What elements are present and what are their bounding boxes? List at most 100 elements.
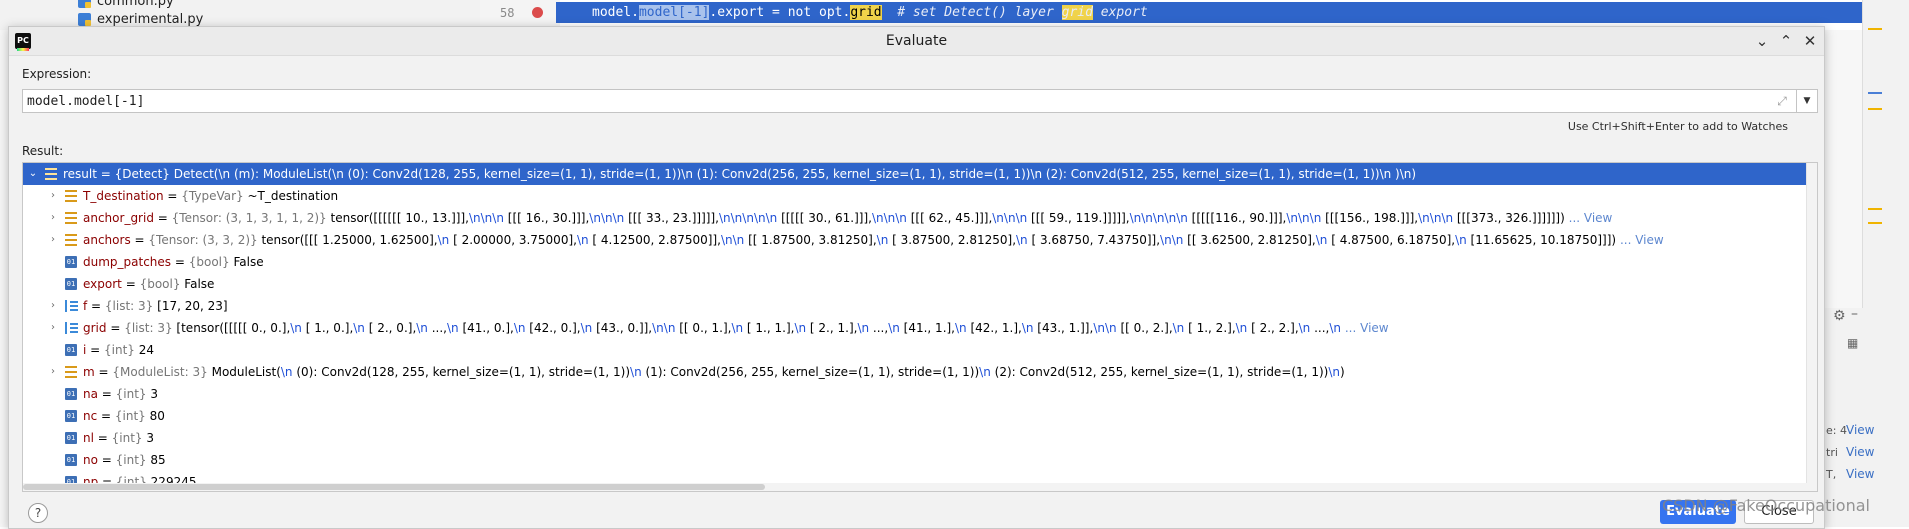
horizontal-scrollbar[interactable] bbox=[23, 483, 1807, 491]
variable-type: {int} bbox=[115, 387, 147, 401]
variable-value: [17, 20, 23] bbox=[157, 299, 228, 313]
side-view-link[interactable]: View bbox=[1846, 445, 1874, 459]
side-view-link[interactable]: View bbox=[1846, 467, 1874, 481]
maximize-button[interactable]: ⌃ bbox=[1777, 32, 1795, 50]
project-file-experimental[interactable]: experimental.py bbox=[78, 12, 203, 27]
minimize-button[interactable]: ⌄ bbox=[1753, 32, 1771, 50]
chevron-right-icon[interactable]: › bbox=[47, 317, 59, 339]
code-token: .export = not opt. bbox=[709, 5, 851, 20]
view-link[interactable]: ... View bbox=[1569, 211, 1613, 225]
horizontal-scroll-thumb[interactable] bbox=[23, 484, 765, 490]
code-token-grid: grid bbox=[850, 5, 882, 20]
close-icon[interactable]: ✕ bbox=[1801, 32, 1819, 50]
primitive-value-icon: 01 bbox=[65, 410, 77, 422]
primitive-value-icon: 01 bbox=[65, 388, 77, 400]
view-link[interactable]: ... View bbox=[1620, 233, 1664, 247]
tree-row-text: result = {Detect} Detect(\n (m): ModuleL… bbox=[63, 163, 1416, 185]
variable-type: {int} bbox=[115, 453, 147, 467]
tree-row[interactable]: › anchors = {Tensor: (3, 3, 2)} tensor([[… bbox=[23, 229, 1807, 251]
tree-row[interactable]: › f = {list: 3} [17, 20, 23] bbox=[23, 295, 1807, 317]
expression-label: Expression: bbox=[22, 67, 92, 81]
help-button[interactable]: ? bbox=[28, 503, 48, 523]
variable-value: tensor([[[[[[ 10., 13.]]],\n\n\n [[[ 16.… bbox=[330, 211, 1565, 225]
project-file-common[interactable]: common.py bbox=[78, 0, 174, 9]
tree-row[interactable]: 01 dump_patches = {bool} False bbox=[23, 251, 1807, 273]
variable-type: {Tensor: (3, 1, 3, 1, 1, 2)} bbox=[171, 211, 327, 225]
gear-icon[interactable]: ⚙ bbox=[1833, 308, 1846, 324]
code-comment-grid: grid bbox=[1061, 5, 1093, 20]
tree-row-result[interactable]: ⌄ result = {Detect} Detect(\n (m): Module… bbox=[23, 163, 1807, 185]
variable-name: nc bbox=[83, 409, 98, 423]
variable-value: 3 bbox=[150, 387, 159, 401]
expand-editor-icon[interactable]: ⤢ bbox=[1775, 94, 1789, 108]
variable-name: anchors bbox=[83, 233, 131, 247]
object-icon bbox=[65, 212, 77, 224]
tree-row[interactable]: 01 export = {bool} False bbox=[23, 273, 1807, 295]
tree-row[interactable]: 01 nl = {int} 3 bbox=[23, 427, 1807, 449]
variable-type: {list: 3} bbox=[124, 321, 173, 335]
variable-type: {list: 3} bbox=[104, 299, 154, 313]
project-file-label: experimental.py bbox=[97, 12, 204, 27]
chevron-right-icon[interactable]: › bbox=[47, 295, 59, 317]
variable-name: na bbox=[83, 387, 98, 401]
tree-row[interactable]: 01 no = {int} 85 bbox=[23, 449, 1807, 471]
variable-value: False bbox=[233, 255, 264, 269]
dialog-titlebar[interactable]: PC Evaluate ⌄ ⌃ ✕ bbox=[9, 27, 1824, 56]
scroll-marker bbox=[1868, 208, 1882, 210]
tree-row[interactable]: 01 i = {int} 24 bbox=[23, 339, 1807, 361]
variable-type: {Tensor: (3, 3, 2)} bbox=[148, 233, 258, 247]
object-icon bbox=[65, 366, 77, 378]
watch-hint: Use Ctrl+Shift+Enter to add to Watches bbox=[1567, 120, 1788, 133]
variable-value: [tensor([[[[[ 0., 0.],\n [ 1., 0.],\n [ … bbox=[176, 321, 1342, 335]
code-comment: export bbox=[1092, 5, 1148, 20]
tree-row[interactable]: › grid = {list: 3} [tensor([[[[[ 0., 0.],… bbox=[23, 317, 1807, 339]
tree-row[interactable]: › m = {ModuleList: 3} ModuleList(\n (0): … bbox=[23, 361, 1807, 383]
vertical-scrollbar[interactable] bbox=[1806, 163, 1817, 491]
chevron-down-icon[interactable]: ⌄ bbox=[27, 163, 39, 185]
chevron-right-icon[interactable]: › bbox=[47, 207, 59, 229]
result-label: Result: bbox=[22, 144, 64, 158]
variable-name: f bbox=[83, 299, 88, 313]
tree-row[interactable]: › anchor_grid = {Tensor: (3, 1, 3, 1, 1, … bbox=[23, 207, 1807, 229]
python-file-icon bbox=[78, 13, 91, 26]
chevron-right-icon[interactable]: › bbox=[47, 361, 59, 383]
side-view-link[interactable]: View bbox=[1846, 423, 1874, 437]
chevron-right-icon[interactable]: › bbox=[47, 185, 59, 207]
layout-icon[interactable]: ▦ bbox=[1847, 336, 1858, 350]
variable-name: nl bbox=[83, 431, 94, 445]
variable-type: {TypeVar} bbox=[181, 189, 244, 203]
variable-name: dump_patches bbox=[83, 255, 172, 269]
watermark: CSDN @FakeOccupational bbox=[1662, 496, 1870, 515]
variable-type: {int} bbox=[114, 409, 146, 423]
tree-row-text: na = {int} 3 bbox=[83, 383, 158, 405]
expression-history-dropdown[interactable]: ▼ bbox=[1796, 89, 1818, 113]
object-icon bbox=[65, 234, 77, 246]
breakpoint-icon[interactable] bbox=[532, 7, 543, 18]
evaluate-dialog: PC Evaluate ⌄ ⌃ ✕ Expression: ⤢ ▼ Use Ct… bbox=[8, 26, 1825, 529]
view-link[interactable]: ... View bbox=[1345, 321, 1389, 335]
tree-row[interactable]: 01 nc = {int} 80 bbox=[23, 405, 1807, 427]
primitive-value-icon: 01 bbox=[65, 256, 77, 268]
minimize-icon[interactable]: – bbox=[1851, 306, 1858, 322]
tree-row-text: nl = {int} 3 bbox=[83, 427, 154, 449]
variable-type: {ModuleList: 3} bbox=[112, 365, 208, 379]
expression-input[interactable] bbox=[27, 92, 1727, 110]
code-token: model. bbox=[592, 5, 639, 20]
dialog-title: Evaluate bbox=[885, 33, 948, 49]
variable-type: {bool} bbox=[139, 277, 181, 291]
variable-type: {int} bbox=[111, 431, 143, 445]
chevron-right-icon[interactable]: › bbox=[47, 229, 59, 251]
tree-row-text: dump_patches = {bool} False bbox=[83, 251, 264, 273]
variable-name: i bbox=[83, 343, 87, 357]
result-tree[interactable]: ⌄ result = {Detect} Detect(\n (m): Module… bbox=[22, 162, 1818, 492]
tree-row[interactable]: 01 na = {int} 3 bbox=[23, 383, 1807, 405]
expression-box[interactable]: ⤢ bbox=[22, 89, 1800, 113]
tree-row[interactable]: › T_destination = {TypeVar} ~T_destinatio… bbox=[23, 185, 1807, 207]
tree-row-text: T_destination = {TypeVar} ~T_destination bbox=[83, 185, 338, 207]
current-code-line[interactable]: model.model[-1].export = not opt.grid # … bbox=[556, 2, 1876, 23]
tree-row-text: grid = {list: 3} [tensor([[[[[ 0., 0.],\… bbox=[83, 317, 1389, 339]
object-icon bbox=[45, 168, 57, 180]
variable-type: {int} bbox=[104, 343, 135, 357]
variable-name: result bbox=[63, 167, 97, 181]
code-token-selected: model[-1] bbox=[638, 5, 710, 20]
